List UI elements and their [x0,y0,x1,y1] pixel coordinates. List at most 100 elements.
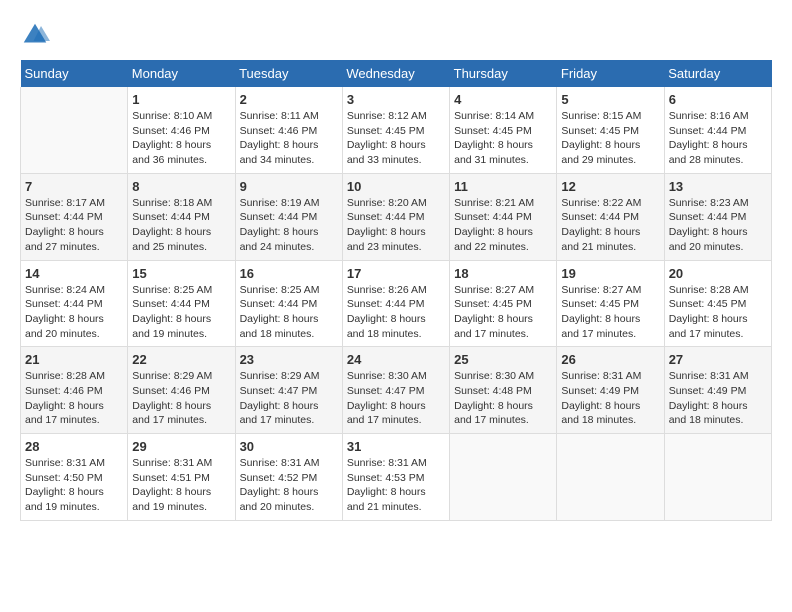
calendar-cell: 7 Sunrise: 8:17 AM Sunset: 4:44 PM Daylig… [21,173,128,260]
header-friday: Friday [557,60,664,87]
calendar-cell: 4 Sunrise: 8:14 AM Sunset: 4:45 PM Daylig… [450,87,557,173]
calendar-cell: 19 Sunrise: 8:27 AM Sunset: 4:45 PM Dayli… [557,260,664,347]
day-info: Sunrise: 8:11 AM Sunset: 4:46 PM Dayligh… [240,109,338,168]
calendar-cell: 29 Sunrise: 8:31 AM Sunset: 4:51 PM Dayli… [128,434,235,521]
day-number: 5 [561,92,659,107]
day-number: 15 [132,266,230,281]
day-number: 23 [240,352,338,367]
calendar-cell: 25 Sunrise: 8:30 AM Sunset: 4:48 PM Dayli… [450,347,557,434]
day-info: Sunrise: 8:22 AM Sunset: 4:44 PM Dayligh… [561,196,659,255]
day-info: Sunrise: 8:29 AM Sunset: 4:47 PM Dayligh… [240,369,338,428]
day-number: 14 [25,266,123,281]
calendar-cell: 13Sunrise: 8:23 AM Sunset: 4:44 PM Dayli… [664,173,771,260]
day-info: Sunrise: 8:14 AM Sunset: 4:45 PM Dayligh… [454,109,552,168]
logo-icon [20,20,50,50]
day-number: 25 [454,352,552,367]
header-sunday: Sunday [21,60,128,87]
header-monday: Monday [128,60,235,87]
header-wednesday: Wednesday [342,60,449,87]
calendar-cell: 17Sunrise: 8:26 AM Sunset: 4:44 PM Dayli… [342,260,449,347]
day-number: 2 [240,92,338,107]
day-info: Sunrise: 8:20 AM Sunset: 4:44 PM Dayligh… [347,196,445,255]
calendar-cell: 16 Sunrise: 8:25 AM Sunset: 4:44 PM Dayli… [235,260,342,347]
calendar-cell: 24 Sunrise: 8:30 AM Sunset: 4:47 PM Dayli… [342,347,449,434]
calendar-cell: 6 Sunrise: 8:16 AM Sunset: 4:44 PM Daylig… [664,87,771,173]
day-info: Sunrise: 8:21 AM Sunset: 4:44 PM Dayligh… [454,196,552,255]
day-number: 6 [669,92,767,107]
day-info: Sunrise: 8:28 AM Sunset: 4:45 PM Dayligh… [669,283,767,342]
day-info: Sunrise: 8:31 AM Sunset: 4:50 PM Dayligh… [25,456,123,515]
day-info: Sunrise: 8:24 AM Sunset: 4:44 PM Dayligh… [25,283,123,342]
calendar-cell: 3 Sunrise: 8:12 AM Sunset: 4:45 PM Daylig… [342,87,449,173]
calendar-week-row: 14 Sunrise: 8:24 AM Sunset: 4:44 PM Dayli… [21,260,772,347]
day-number: 13 [669,179,767,194]
calendar-cell: 5 Sunrise: 8:15 AM Sunset: 4:45 PM Daylig… [557,87,664,173]
calendar-cell [664,434,771,521]
day-info: Sunrise: 8:30 AM Sunset: 4:47 PM Dayligh… [347,369,445,428]
calendar-cell: 31Sunrise: 8:31 AM Sunset: 4:53 PM Dayli… [342,434,449,521]
day-info: Sunrise: 8:29 AM Sunset: 4:46 PM Dayligh… [132,369,230,428]
day-number: 26 [561,352,659,367]
calendar-week-row: 28 Sunrise: 8:31 AM Sunset: 4:50 PM Dayli… [21,434,772,521]
day-number: 19 [561,266,659,281]
page-header [20,20,772,50]
day-info: Sunrise: 8:31 AM Sunset: 4:51 PM Dayligh… [132,456,230,515]
calendar-cell: 20 Sunrise: 8:28 AM Sunset: 4:45 PM Dayli… [664,260,771,347]
header-tuesday: Tuesday [235,60,342,87]
calendar-cell: 26Sunrise: 8:31 AM Sunset: 4:49 PM Dayli… [557,347,664,434]
day-number: 12 [561,179,659,194]
day-number: 8 [132,179,230,194]
calendar-cell: 23 Sunrise: 8:29 AM Sunset: 4:47 PM Dayli… [235,347,342,434]
calendar-header-row: SundayMondayTuesdayWednesdayThursdayFrid… [21,60,772,87]
calendar-cell: 11Sunrise: 8:21 AM Sunset: 4:44 PM Dayli… [450,173,557,260]
day-number: 18 [454,266,552,281]
header-saturday: Saturday [664,60,771,87]
calendar-cell: 28 Sunrise: 8:31 AM Sunset: 4:50 PM Dayli… [21,434,128,521]
day-info: Sunrise: 8:27 AM Sunset: 4:45 PM Dayligh… [454,283,552,342]
day-number: 20 [669,266,767,281]
calendar-cell [21,87,128,173]
day-number: 17 [347,266,445,281]
day-info: Sunrise: 8:30 AM Sunset: 4:48 PM Dayligh… [454,369,552,428]
day-info: Sunrise: 8:16 AM Sunset: 4:44 PM Dayligh… [669,109,767,168]
day-info: Sunrise: 8:25 AM Sunset: 4:44 PM Dayligh… [240,283,338,342]
day-info: Sunrise: 8:31 AM Sunset: 4:52 PM Dayligh… [240,456,338,515]
day-info: Sunrise: 8:25 AM Sunset: 4:44 PM Dayligh… [132,283,230,342]
day-number: 28 [25,439,123,454]
calendar-cell [557,434,664,521]
day-info: Sunrise: 8:12 AM Sunset: 4:45 PM Dayligh… [347,109,445,168]
day-number: 29 [132,439,230,454]
calendar-cell [450,434,557,521]
day-number: 9 [240,179,338,194]
day-number: 4 [454,92,552,107]
calendar-cell: 18 Sunrise: 8:27 AM Sunset: 4:45 PM Dayli… [450,260,557,347]
calendar-cell: 8Sunrise: 8:18 AM Sunset: 4:44 PM Daylig… [128,173,235,260]
calendar-cell: 2 Sunrise: 8:11 AM Sunset: 4:46 PM Daylig… [235,87,342,173]
day-number: 10 [347,179,445,194]
calendar-cell: 10 Sunrise: 8:20 AM Sunset: 4:44 PM Dayli… [342,173,449,260]
day-number: 16 [240,266,338,281]
day-number: 21 [25,352,123,367]
day-number: 1 [132,92,230,107]
calendar-week-row: 21 Sunrise: 8:28 AM Sunset: 4:46 PM Dayli… [21,347,772,434]
day-info: Sunrise: 8:10 AM Sunset: 4:46 PM Dayligh… [132,109,230,168]
header-thursday: Thursday [450,60,557,87]
logo [20,20,54,50]
day-info: Sunrise: 8:28 AM Sunset: 4:46 PM Dayligh… [25,369,123,428]
calendar-week-row: 1 Sunrise: 8:10 AM Sunset: 4:46 PM Daylig… [21,87,772,173]
calendar-cell: 14 Sunrise: 8:24 AM Sunset: 4:44 PM Dayli… [21,260,128,347]
day-number: 3 [347,92,445,107]
calendar-cell: 30Sunrise: 8:31 AM Sunset: 4:52 PM Dayli… [235,434,342,521]
day-info: Sunrise: 8:17 AM Sunset: 4:44 PM Dayligh… [25,196,123,255]
calendar-cell: 27Sunrise: 8:31 AM Sunset: 4:49 PM Dayli… [664,347,771,434]
calendar-cell: 15 Sunrise: 8:25 AM Sunset: 4:44 PM Dayli… [128,260,235,347]
calendar-table: SundayMondayTuesdayWednesdayThursdayFrid… [20,60,772,521]
day-number: 24 [347,352,445,367]
day-number: 7 [25,179,123,194]
day-info: Sunrise: 8:15 AM Sunset: 4:45 PM Dayligh… [561,109,659,168]
calendar-cell: 22Sunrise: 8:29 AM Sunset: 4:46 PM Dayli… [128,347,235,434]
calendar-week-row: 7 Sunrise: 8:17 AM Sunset: 4:44 PM Daylig… [21,173,772,260]
calendar-cell: 12 Sunrise: 8:22 AM Sunset: 4:44 PM Dayli… [557,173,664,260]
calendar-cell: 21 Sunrise: 8:28 AM Sunset: 4:46 PM Dayli… [21,347,128,434]
day-info: Sunrise: 8:27 AM Sunset: 4:45 PM Dayligh… [561,283,659,342]
